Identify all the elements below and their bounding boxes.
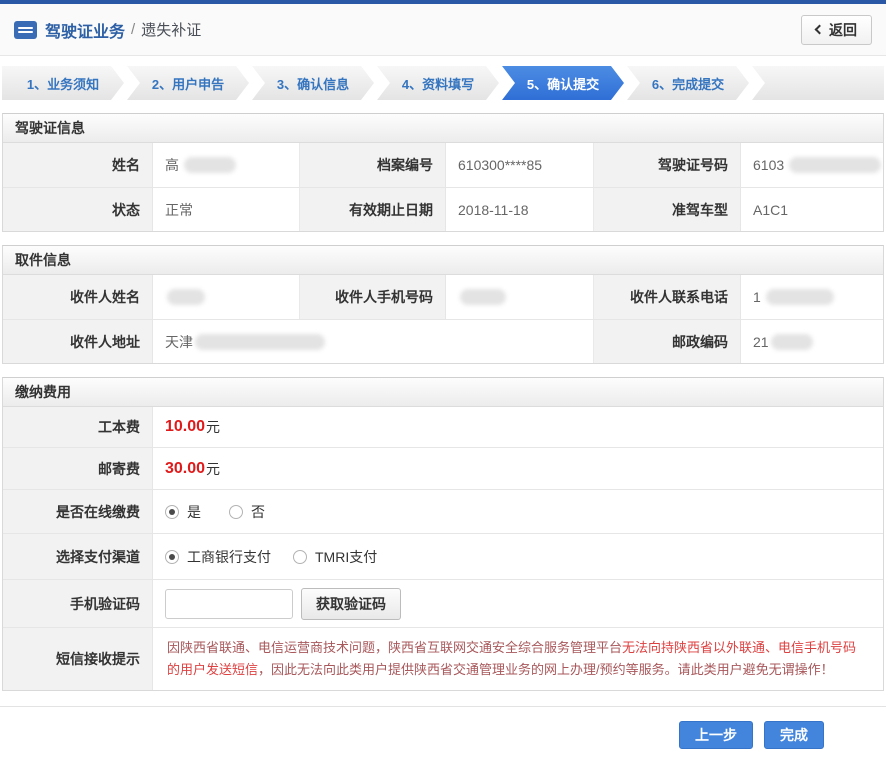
postage-fee-value: 30.00 元: [153, 448, 883, 489]
step-bar-filler: [752, 66, 884, 100]
redacted-blur: [167, 289, 205, 305]
radio-option-tmri[interactable]: TMRI支付: [293, 547, 377, 567]
sms-code-input[interactable]: [165, 588, 293, 619]
license-business-icon: [14, 20, 37, 39]
step-1-business-notice[interactable]: 1、业务须知: [2, 66, 124, 100]
radio-option-no[interactable]: 否: [229, 502, 265, 522]
previous-step-button[interactable]: 上一步: [679, 721, 753, 749]
pay-channel-row: 选择支付渠道 工商银行支付 TMRI支付: [3, 533, 883, 579]
recipient-mobile-value: [446, 275, 594, 319]
pay-channel-label: 选择支付渠道: [3, 534, 153, 579]
vehicle-class-label: 准驾车型: [594, 188, 741, 231]
pay-channel-options: 工商银行支付 TMRI支付: [153, 534, 883, 579]
fee-row: 邮寄费 30.00 元: [3, 447, 883, 489]
recipient-phone-label: 收件人联系电话: [594, 275, 741, 319]
status-label: 状态: [3, 188, 153, 231]
sms-notice-row: 短信接收提示 因陕西省联通、电信运营商技术问题，陕西省互联网交通安全综合服务管理…: [3, 627, 883, 690]
get-sms-code-button[interactable]: 获取验证码: [301, 587, 401, 620]
valid-until-label: 有效期止日期: [300, 188, 446, 231]
table-row: 状态 正常 有效期止日期 2018-11-18 准驾车型 A1C1: [3, 187, 883, 231]
page-header: 驾驶证业务 / 遗失补证 返回: [0, 4, 886, 56]
vehicle-class-value: A1C1: [741, 188, 883, 231]
production-fee-label: 工本费: [3, 407, 153, 447]
redacted-blur: [789, 157, 882, 173]
pickup-section-title: 取件信息: [3, 246, 883, 275]
radio-selected-icon[interactable]: [165, 549, 179, 564]
step-4-fill-data[interactable]: 4、资料填写: [377, 66, 499, 100]
online-pay-label: 是否在线缴费: [3, 490, 153, 533]
radio-unselected-icon[interactable]: [229, 504, 243, 519]
step-5-confirm-submit[interactable]: 5、确认提交: [502, 66, 624, 100]
recipient-mobile-label: 收件人手机号码: [300, 275, 446, 319]
redacted-blur: [765, 289, 834, 305]
recipient-name-label: 收件人姓名: [3, 275, 153, 319]
file-number-value: 610300****85: [446, 143, 594, 187]
recipient-name-value: [153, 275, 300, 319]
fee-row: 工本费 10.00 元: [3, 407, 883, 447]
sms-code-label: 手机验证码: [3, 580, 153, 627]
table-row: 收件人地址 天津 邮政编码 21: [3, 319, 883, 363]
redacted-blur: [770, 333, 813, 350]
recipient-address-value: 天津: [153, 320, 594, 363]
radio-option-icbc[interactable]: 工商银行支付: [165, 547, 271, 567]
finish-button[interactable]: 完成: [764, 721, 824, 749]
recipient-phone-value: 1: [741, 275, 883, 319]
valid-until-value: 2018-11-18: [446, 188, 594, 231]
postal-code-value: 21: [741, 320, 883, 363]
license-section-title: 驾驶证信息: [3, 114, 883, 143]
redacted-blur: [184, 157, 236, 173]
postal-code-label: 邮政编码: [594, 320, 741, 363]
file-number-label: 档案编号: [300, 143, 446, 187]
payment-section-title: 缴纳费用: [3, 378, 883, 407]
footer-actions: 上一步 完成: [0, 706, 886, 749]
name-label: 姓名: [3, 143, 153, 187]
license-number-label: 驾驶证号码: [594, 143, 741, 187]
table-row: 姓名 高 档案编号 610300****85 驾驶证号码 6103: [3, 143, 883, 187]
postage-fee-label: 邮寄费: [3, 448, 153, 489]
back-button-label: 返回: [829, 21, 857, 38]
back-button[interactable]: 返回: [801, 14, 872, 45]
pickup-info-section: 取件信息 收件人姓名 收件人手机号码 收件人联系电话 1 收件人地址 天津 邮政…: [2, 245, 884, 364]
table-row: 收件人姓名 收件人手机号码 收件人联系电话 1: [3, 275, 883, 319]
radio-option-yes[interactable]: 是: [165, 502, 201, 522]
step-6-finish-submit[interactable]: 6、完成提交: [627, 66, 749, 100]
status-value: 正常: [153, 188, 300, 231]
redacted-blur: [460, 289, 506, 305]
chevron-left-icon: [814, 24, 825, 35]
online-pay-options: 是 否: [153, 490, 883, 533]
radio-unselected-icon[interactable]: [293, 549, 307, 564]
payment-section: 缴纳费用 工本费 10.00元 邮寄费 30.00元 是否在线缴费 是 否: [2, 377, 884, 691]
breadcrumb-separator: /: [131, 21, 136, 38]
name-value: 高: [153, 143, 300, 187]
step-2-user-declaration[interactable]: 2、用户申告: [127, 66, 249, 100]
sms-code-controls: 获取验证码: [153, 580, 883, 627]
recipient-address-label: 收件人地址: [3, 320, 153, 363]
sms-notice-label: 短信接收提示: [3, 628, 153, 690]
step-3-confirm-info[interactable]: 3、确认信息: [252, 66, 374, 100]
online-pay-row: 是否在线缴费 是 否: [3, 489, 883, 533]
breadcrumb-current: 遗失补证: [141, 22, 202, 39]
page-title: 驾驶证业务: [45, 23, 126, 41]
step-wizard: 1、业务须知 2、用户申告 3、确认信息 4、资料填写 5、确认提交 6、完成提…: [2, 66, 884, 100]
license-number-value: 6103: [741, 143, 883, 187]
radio-selected-icon[interactable]: [165, 504, 179, 519]
production-fee-value: 10.00 元: [153, 407, 883, 447]
sms-code-row: 手机验证码 获取验证码: [3, 579, 883, 627]
sms-notice-text: 因陕西省联通、电信运营商技术问题，陕西省互联网交通安全综合服务管理平台无法向持陕…: [153, 628, 883, 690]
license-info-section: 驾驶证信息 姓名 高 档案编号 610300****85 驾驶证号码 6103 …: [2, 113, 884, 232]
redacted-blur: [195, 333, 325, 350]
